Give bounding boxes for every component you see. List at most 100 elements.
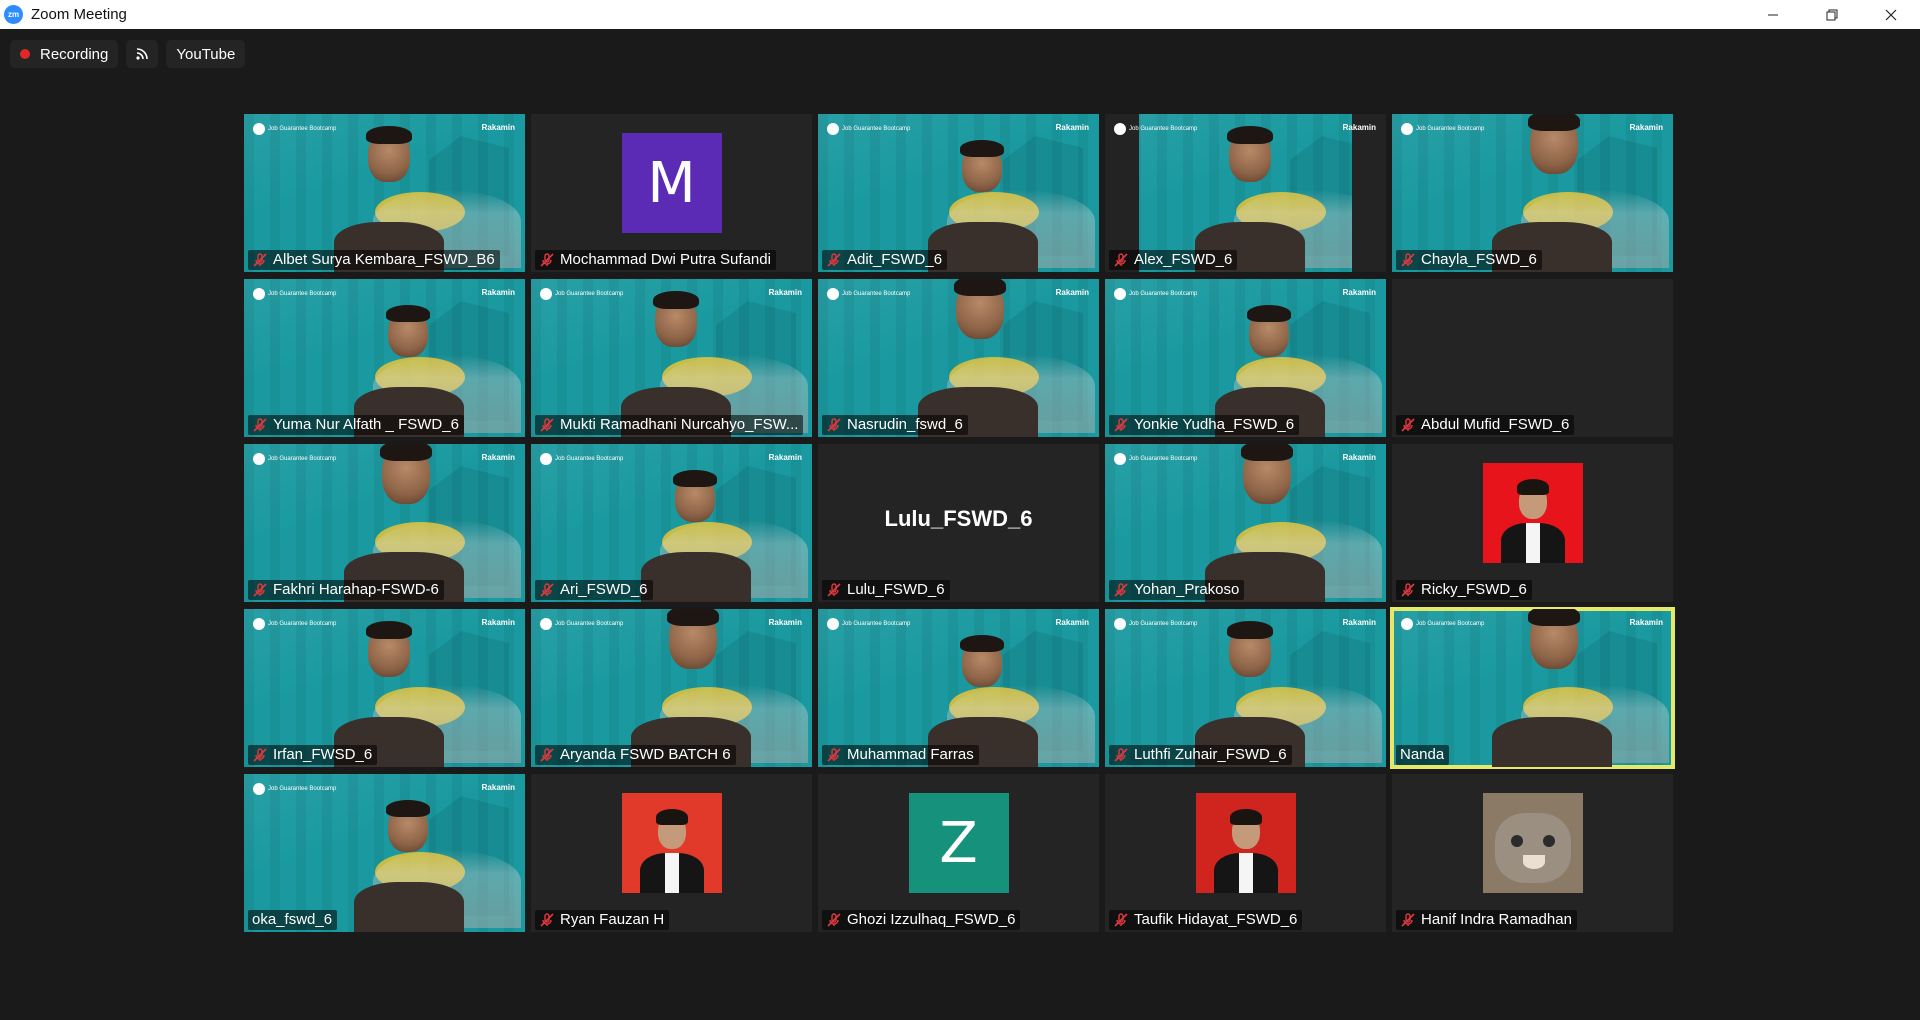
mic-muted-icon: [253, 748, 267, 762]
virtual-background-brand-left: Job Guarantee Bootcamp: [827, 288, 910, 300]
participant-avatar: Z: [908, 793, 1009, 893]
participant-video: [918, 279, 1038, 437]
virtual-background-brand-left: Job Guarantee Bootcamp: [253, 783, 336, 795]
participant-tile[interactable]: Job Guarantee Bootcamp Rakamin Luthfi Zuha…: [1105, 609, 1386, 767]
participant-name: Ryan Fauzan H: [560, 911, 665, 928]
virtual-background-brand-left: Job Guarantee Bootcamp: [1401, 123, 1484, 135]
participant-profile-photo: [621, 793, 722, 893]
window-title: Zoom Meeting: [31, 6, 127, 23]
virtual-background-brand-right: Rakamin: [481, 783, 515, 792]
participant-name: Ricky_FSWD_6: [1421, 581, 1527, 598]
participant-tile[interactable]: Lulu_FSWD_6 Lulu_FSWD_6: [818, 444, 1099, 602]
participant-video: [1492, 609, 1612, 767]
virtual-background-brand-left: Job Guarantee Bootcamp: [1114, 123, 1197, 135]
mic-muted-icon: [1401, 253, 1415, 267]
participant-tile[interactable]: Job Guarantee Bootcamp Rakamin Fakhri Hara…: [244, 444, 525, 602]
participant-name: Ari_FSWD_6: [560, 581, 648, 598]
participant-tile[interactable]: Abdul Mufid_FSWD_6: [1392, 279, 1673, 437]
mic-muted-icon: [1401, 418, 1415, 432]
recording-indicator[interactable]: Recording: [10, 40, 119, 68]
participant-name: Luthfi Zuhair_FSWD_6: [1134, 746, 1287, 763]
youtube-stream-indicator[interactable]: YouTube: [166, 40, 246, 68]
participant-tile[interactable]: Job Guarantee Bootcamp Rakamin Adit_FSWD_6: [818, 114, 1099, 272]
participant-tile[interactable]: Hanif Indra Ramadhan: [1392, 774, 1673, 932]
virtual-background-brand-left: Job Guarantee Bootcamp: [540, 288, 623, 300]
participant-video: [631, 609, 751, 767]
participant-video: [1195, 609, 1305, 767]
participant-name-label: Mochammad Dwi Putra Sufandi: [535, 250, 776, 270]
participant-name-label: Yuma Nur Alfath _ FSWD_6: [248, 415, 464, 435]
participant-name-label: Albet Surya Kembara_FSWD_B6: [248, 250, 500, 270]
virtual-background-brand-right: Rakamin: [1055, 618, 1089, 627]
virtual-background-brand-right: Rakamin: [1342, 288, 1376, 297]
participant-name: Ghozi Izzulhaq_FSWD_6: [847, 911, 1016, 928]
mic-muted-icon: [827, 418, 841, 432]
participant-name-label: Ari_FSWD_6: [535, 580, 653, 600]
mic-muted-icon: [540, 418, 554, 432]
participant-name-label: Yonkie Yudha_FSWD_6: [1109, 415, 1300, 435]
participant-name-label: Alex_FSWD_6: [1109, 250, 1238, 270]
virtual-background-brand-right: Rakamin: [1055, 288, 1089, 297]
participant-name-label: Hanif Indra Ramadhan: [1396, 910, 1577, 930]
virtual-background-brand-right: Rakamin: [1055, 123, 1089, 132]
participant-tile[interactable]: Ricky_FSWD_6: [1392, 444, 1673, 602]
virtual-background-brand-right: Rakamin: [1629, 123, 1663, 132]
participant-name: Hanif Indra Ramadhan: [1421, 911, 1572, 928]
participant-tile[interactable]: M Mochammad Dwi Putra Sufandi: [531, 114, 812, 272]
participant-tile[interactable]: Job Guarantee Bootcamp Rakamin Nanda: [1390, 607, 1675, 769]
virtual-background-brand-left: Job Guarantee Bootcamp: [253, 453, 336, 465]
participant-name-label: Chayla_FSWD_6: [1396, 250, 1542, 270]
virtual-background-brand-left: Job Guarantee Bootcamp: [827, 123, 910, 135]
virtual-background-brand-left: Job Guarantee Bootcamp: [253, 288, 336, 300]
participant-tile[interactable]: Taufik Hidayat_FSWD_6: [1105, 774, 1386, 932]
participant-video: [928, 114, 1038, 272]
participant-profile-photo: [1482, 463, 1583, 563]
participant-name-label: Fakhri Harahap-FSWD-6: [248, 580, 444, 600]
live-stream-button[interactable]: [126, 40, 159, 68]
participant-tile[interactable]: Job Guarantee Bootcamp Rakamin Yonkie Yudh…: [1105, 279, 1386, 437]
participant-name: Abdul Mufid_FSWD_6: [1421, 416, 1570, 433]
participant-name-label: Ricky_FSWD_6: [1396, 580, 1532, 600]
virtual-background-brand-right: Rakamin: [481, 618, 515, 627]
minimize-button[interactable]: [1743, 0, 1802, 29]
virtual-background-brand-right: Rakamin: [1629, 618, 1663, 627]
recording-label: Recording: [40, 45, 109, 63]
close-icon: [1885, 9, 1896, 20]
participant-name-label: Aryanda FSWD BATCH 6: [535, 745, 736, 765]
participant-tile[interactable]: Job Guarantee Bootcamp Rakamin Nasrudin_fs…: [818, 279, 1099, 437]
virtual-background-brand-right: Rakamin: [481, 453, 515, 462]
participant-avatar: M: [621, 133, 722, 233]
title-bar: zm Zoom Meeting: [0, 0, 1920, 29]
minimize-icon: [1767, 14, 1778, 15]
mic-muted-icon: [827, 748, 841, 762]
restore-button[interactable]: [1802, 0, 1861, 29]
participant-tile[interactable]: Ryan Fauzan H: [531, 774, 812, 932]
participant-tile[interactable]: Job Guarantee Bootcamp Rakamin Albet Surya…: [244, 114, 525, 272]
participant-tile[interactable]: Job Guarantee Bootcamp Rakamin Yuma Nur Al…: [244, 279, 525, 437]
participant-name: Taufik Hidayat_FSWD_6: [1134, 911, 1298, 928]
participant-name: Fakhri Harahap-FSWD-6: [273, 581, 439, 598]
virtual-background-brand-right: Rakamin: [768, 453, 802, 462]
participant-tile[interactable]: Job Guarantee Bootcamp Rakamin oka_fswd_6: [244, 774, 525, 932]
participant-tile[interactable]: Job Guarantee Bootcamp Rakamin Muhammad Fa…: [818, 609, 1099, 767]
participant-tile[interactable]: Job Guarantee Bootcamp Rakamin Ari_FSWD_6: [531, 444, 812, 602]
participant-video: [1492, 114, 1612, 272]
participant-video: [621, 279, 731, 437]
virtual-background-brand-right: Rakamin: [768, 288, 802, 297]
mic-muted-icon: [540, 253, 554, 267]
virtual-background-brand-right: Rakamin: [1342, 123, 1376, 132]
participant-tile[interactable]: Job Guarantee Bootcamp Rakamin Irfan_FWSD_…: [244, 609, 525, 767]
participant-name: Muhammad Farras: [847, 746, 974, 763]
participant-name: Nanda: [1400, 746, 1445, 763]
participant-profile-photo: [1195, 793, 1296, 893]
participant-tile[interactable]: Job Guarantee Bootcamp Rakamin Alex_FSWD_6: [1105, 114, 1386, 272]
participant-tile[interactable]: Z Ghozi Izzulhaq_FSWD_6: [818, 774, 1099, 932]
participant-tile[interactable]: Job Guarantee Bootcamp Rakamin Aryanda FSW…: [531, 609, 812, 767]
participant-tile[interactable]: Job Guarantee Bootcamp Rakamin Chayla_FSWD…: [1392, 114, 1673, 272]
participant-name-label: Yohan_Prakoso: [1109, 580, 1245, 600]
virtual-background-brand-left: Job Guarantee Bootcamp: [540, 453, 623, 465]
participant-tile[interactable]: Job Guarantee Bootcamp Rakamin Yohan_Prako…: [1105, 444, 1386, 602]
participant-name: Alex_FSWD_6: [1134, 251, 1233, 268]
close-button[interactable]: [1861, 0, 1920, 29]
participant-tile[interactable]: Job Guarantee Bootcamp Rakamin Mukti Ramad…: [531, 279, 812, 437]
